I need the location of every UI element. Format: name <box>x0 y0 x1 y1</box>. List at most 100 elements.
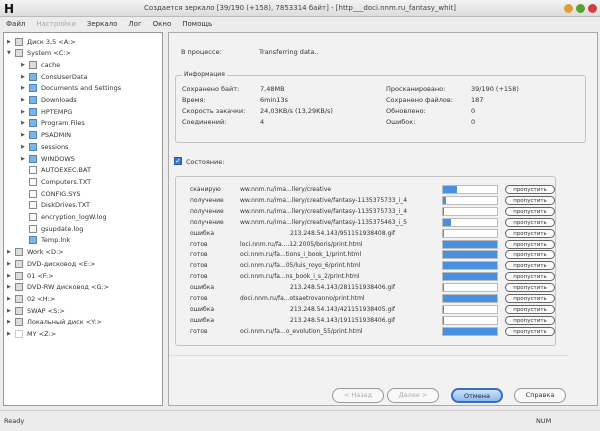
row-state: ошибка <box>190 316 215 324</box>
tree-item[interactable]: ▶ Диск 3,5 <A:> <box>7 36 76 47</box>
row-url: oci.nnm.ru/fa...ns_book_i_s_2/print.html <box>240 273 360 281</box>
expand-arrow-icon[interactable]: ▶ <box>7 284 15 290</box>
tree-item[interactable]: ▼ System <C:> <box>7 48 71 59</box>
skip-button[interactable]: пропустить <box>505 185 555 194</box>
menu-window[interactable]: Окно <box>153 20 172 28</box>
tree-item[interactable]: ▶ Program Files <box>21 118 85 129</box>
row-url: ww.nnm.ru/ima...llery/creative/fantasy-1… <box>240 207 408 215</box>
skip-button[interactable]: пропустить <box>505 195 555 205</box>
expand-arrow-icon[interactable]: ▶ <box>7 319 15 325</box>
file-icon <box>29 189 37 198</box>
expand-arrow-icon[interactable]: ▶ <box>7 273 15 279</box>
skip-button[interactable]: пропустить <box>505 283 555 293</box>
drive-icon <box>15 259 23 268</box>
status-row: ошибка 213.248.54.143/281151938406.gif п… <box>190 283 570 293</box>
skip-button[interactable]: пропустить <box>505 261 555 271</box>
tree-item[interactable]: ▶ ConsUserData <box>21 71 87 82</box>
skip-button[interactable]: пропустить <box>505 326 555 336</box>
expand-arrow-icon[interactable]: ▶ <box>7 261 15 267</box>
status-row: готов oci.nnm.ru/fa...ns_book_i_s_2/prin… <box>190 272 570 282</box>
expand-arrow-icon[interactable]: ▼ <box>7 50 15 56</box>
skip-button[interactable]: пропустить <box>505 315 555 325</box>
menu-settings[interactable]: Настройки <box>36 20 76 28</box>
expand-arrow-icon[interactable]: ▶ <box>21 120 29 126</box>
tree-item[interactable]: ▶ DVD-дисковод <E:> <box>7 258 95 269</box>
drive-icon <box>15 283 23 292</box>
status-ready: Ready <box>4 417 25 425</box>
expand-arrow-icon[interactable]: ▶ <box>7 39 15 45</box>
tree-item[interactable]: gsupdate.log <box>21 223 83 234</box>
tree-item-label: DVD-RW дисковод <G:> <box>27 283 110 292</box>
tree-item[interactable]: AUTOEXEC.BAT <box>21 165 91 176</box>
skip-button[interactable]: пропустить <box>505 272 555 282</box>
maximize-button[interactable] <box>576 4 585 13</box>
status-row: готов oci.nnm.ru/fa...tions_i_book_1/pri… <box>190 250 570 260</box>
info-label: Соединений: <box>182 118 227 126</box>
close-button[interactable] <box>588 4 597 13</box>
skip-button[interactable]: пропустить <box>505 294 555 303</box>
tree-item[interactable]: ▶ Documents and Settings <box>21 83 121 94</box>
status-bar: Ready NUM <box>0 410 600 431</box>
tree-item[interactable]: CONFIG.SYS <box>21 188 81 199</box>
info-legend: Информация <box>182 71 227 78</box>
file-icon <box>29 224 37 233</box>
expand-arrow-icon[interactable]: ▶ <box>7 249 15 255</box>
expand-arrow-icon[interactable]: ▶ <box>21 109 29 115</box>
tree-item[interactable]: ▶ sessions <box>21 141 68 152</box>
tree-item[interactable]: ▶ WINDOWS <box>21 153 75 164</box>
expand-arrow-icon[interactable]: ▶ <box>7 331 15 337</box>
expand-arrow-icon[interactable]: ▶ <box>21 85 29 91</box>
info-value: 6min13s <box>260 96 289 104</box>
cancel-button[interactable]: Отмена <box>451 388 503 403</box>
help-button[interactable]: Справка <box>514 388 566 403</box>
tree-item[interactable]: ▶ DVD-RW дисковод <G:> <box>7 282 109 293</box>
next-button[interactable]: Далее > <box>387 388 439 403</box>
tree-item[interactable]: ▶ Work <D:> <box>7 247 64 258</box>
expand-arrow-icon[interactable]: ▶ <box>21 74 29 80</box>
tree-item[interactable]: ▶ SWAP <S:> <box>7 305 65 316</box>
expand-arrow-icon[interactable]: ▶ <box>21 144 29 150</box>
file-tree[interactable]: ▶ Диск 3,5 <A:> ▼ System <C:> ▶ cache ▶ ConsUse… <box>3 32 163 406</box>
menu-mirror[interactable]: Зеркало <box>87 20 118 28</box>
tree-item[interactable]: ▶ MY <Z:> <box>7 329 56 340</box>
expand-arrow-icon[interactable]: ▶ <box>21 62 29 68</box>
skip-button[interactable]: пропустить <box>505 217 555 227</box>
row-progress-fill <box>443 196 446 204</box>
menu-log[interactable]: Лог <box>128 20 141 28</box>
expand-arrow-icon[interactable]: ▶ <box>21 132 29 138</box>
skip-button[interactable]: пропустить <box>505 228 555 238</box>
expand-arrow-icon[interactable]: ▶ <box>7 296 15 302</box>
skip-button[interactable]: пропустить <box>505 239 555 249</box>
tree-item[interactable]: ▶ Локальный диск <Y:> <box>7 317 102 328</box>
row-url: loci.nnm.ru/fa....12.2005/boris/print.ht… <box>240 240 363 248</box>
row-url: oci.nnm.ru/fa...05/luis_royo_6/print.htm… <box>240 262 361 270</box>
back-button[interactable]: < Назад <box>332 388 384 403</box>
expand-arrow-icon[interactable]: ▶ <box>7 308 15 314</box>
tree-item[interactable]: ▶ Downloads <box>21 95 77 106</box>
skip-button[interactable]: пропустить <box>505 206 555 216</box>
tree-item[interactable]: DiskDrives.TXT <box>21 200 90 211</box>
status-row: ошибка 213.248.54.143/191151938406.gif п… <box>190 315 570 326</box>
window-title: Создается зеркало [39/190 (+158), 785331… <box>144 4 456 12</box>
menu-file[interactable]: Файл <box>6 20 25 28</box>
row-state: получение <box>190 196 224 204</box>
menu-help[interactable]: Помощь <box>182 20 212 28</box>
expand-arrow-icon[interactable]: ▶ <box>21 156 29 162</box>
tree-item[interactable]: encryption_logW.log <box>21 212 107 223</box>
tree-item[interactable]: ▶ 01 <F:> <box>7 270 54 281</box>
skip-button[interactable]: пропустить <box>505 250 555 260</box>
tree-item[interactable]: ▶ HPTEMPG <box>21 106 72 117</box>
row-progress-fill <box>443 251 497 259</box>
tree-item[interactable]: Computers.TXT <box>21 176 91 187</box>
tree-item[interactable]: Temp.lnk <box>21 235 70 246</box>
skip-button[interactable]: пропустить <box>505 304 555 314</box>
tree-item[interactable]: ▶ 02 <H:> <box>7 293 55 304</box>
expand-arrow-icon[interactable]: ▶ <box>21 97 29 103</box>
minimize-button[interactable] <box>564 4 573 13</box>
info-label: Сохранено байт: <box>182 85 240 93</box>
title-bar: H Создается зеркало [39/190 (+158), 7853… <box>0 0 600 17</box>
status-checkbox[interactable]: ✓ <box>174 157 182 165</box>
tree-item-label: DiskDrives.TXT <box>41 201 91 210</box>
tree-item[interactable]: ▶ PSADMIN <box>21 130 71 141</box>
tree-item[interactable]: ▶ cache <box>21 59 60 70</box>
